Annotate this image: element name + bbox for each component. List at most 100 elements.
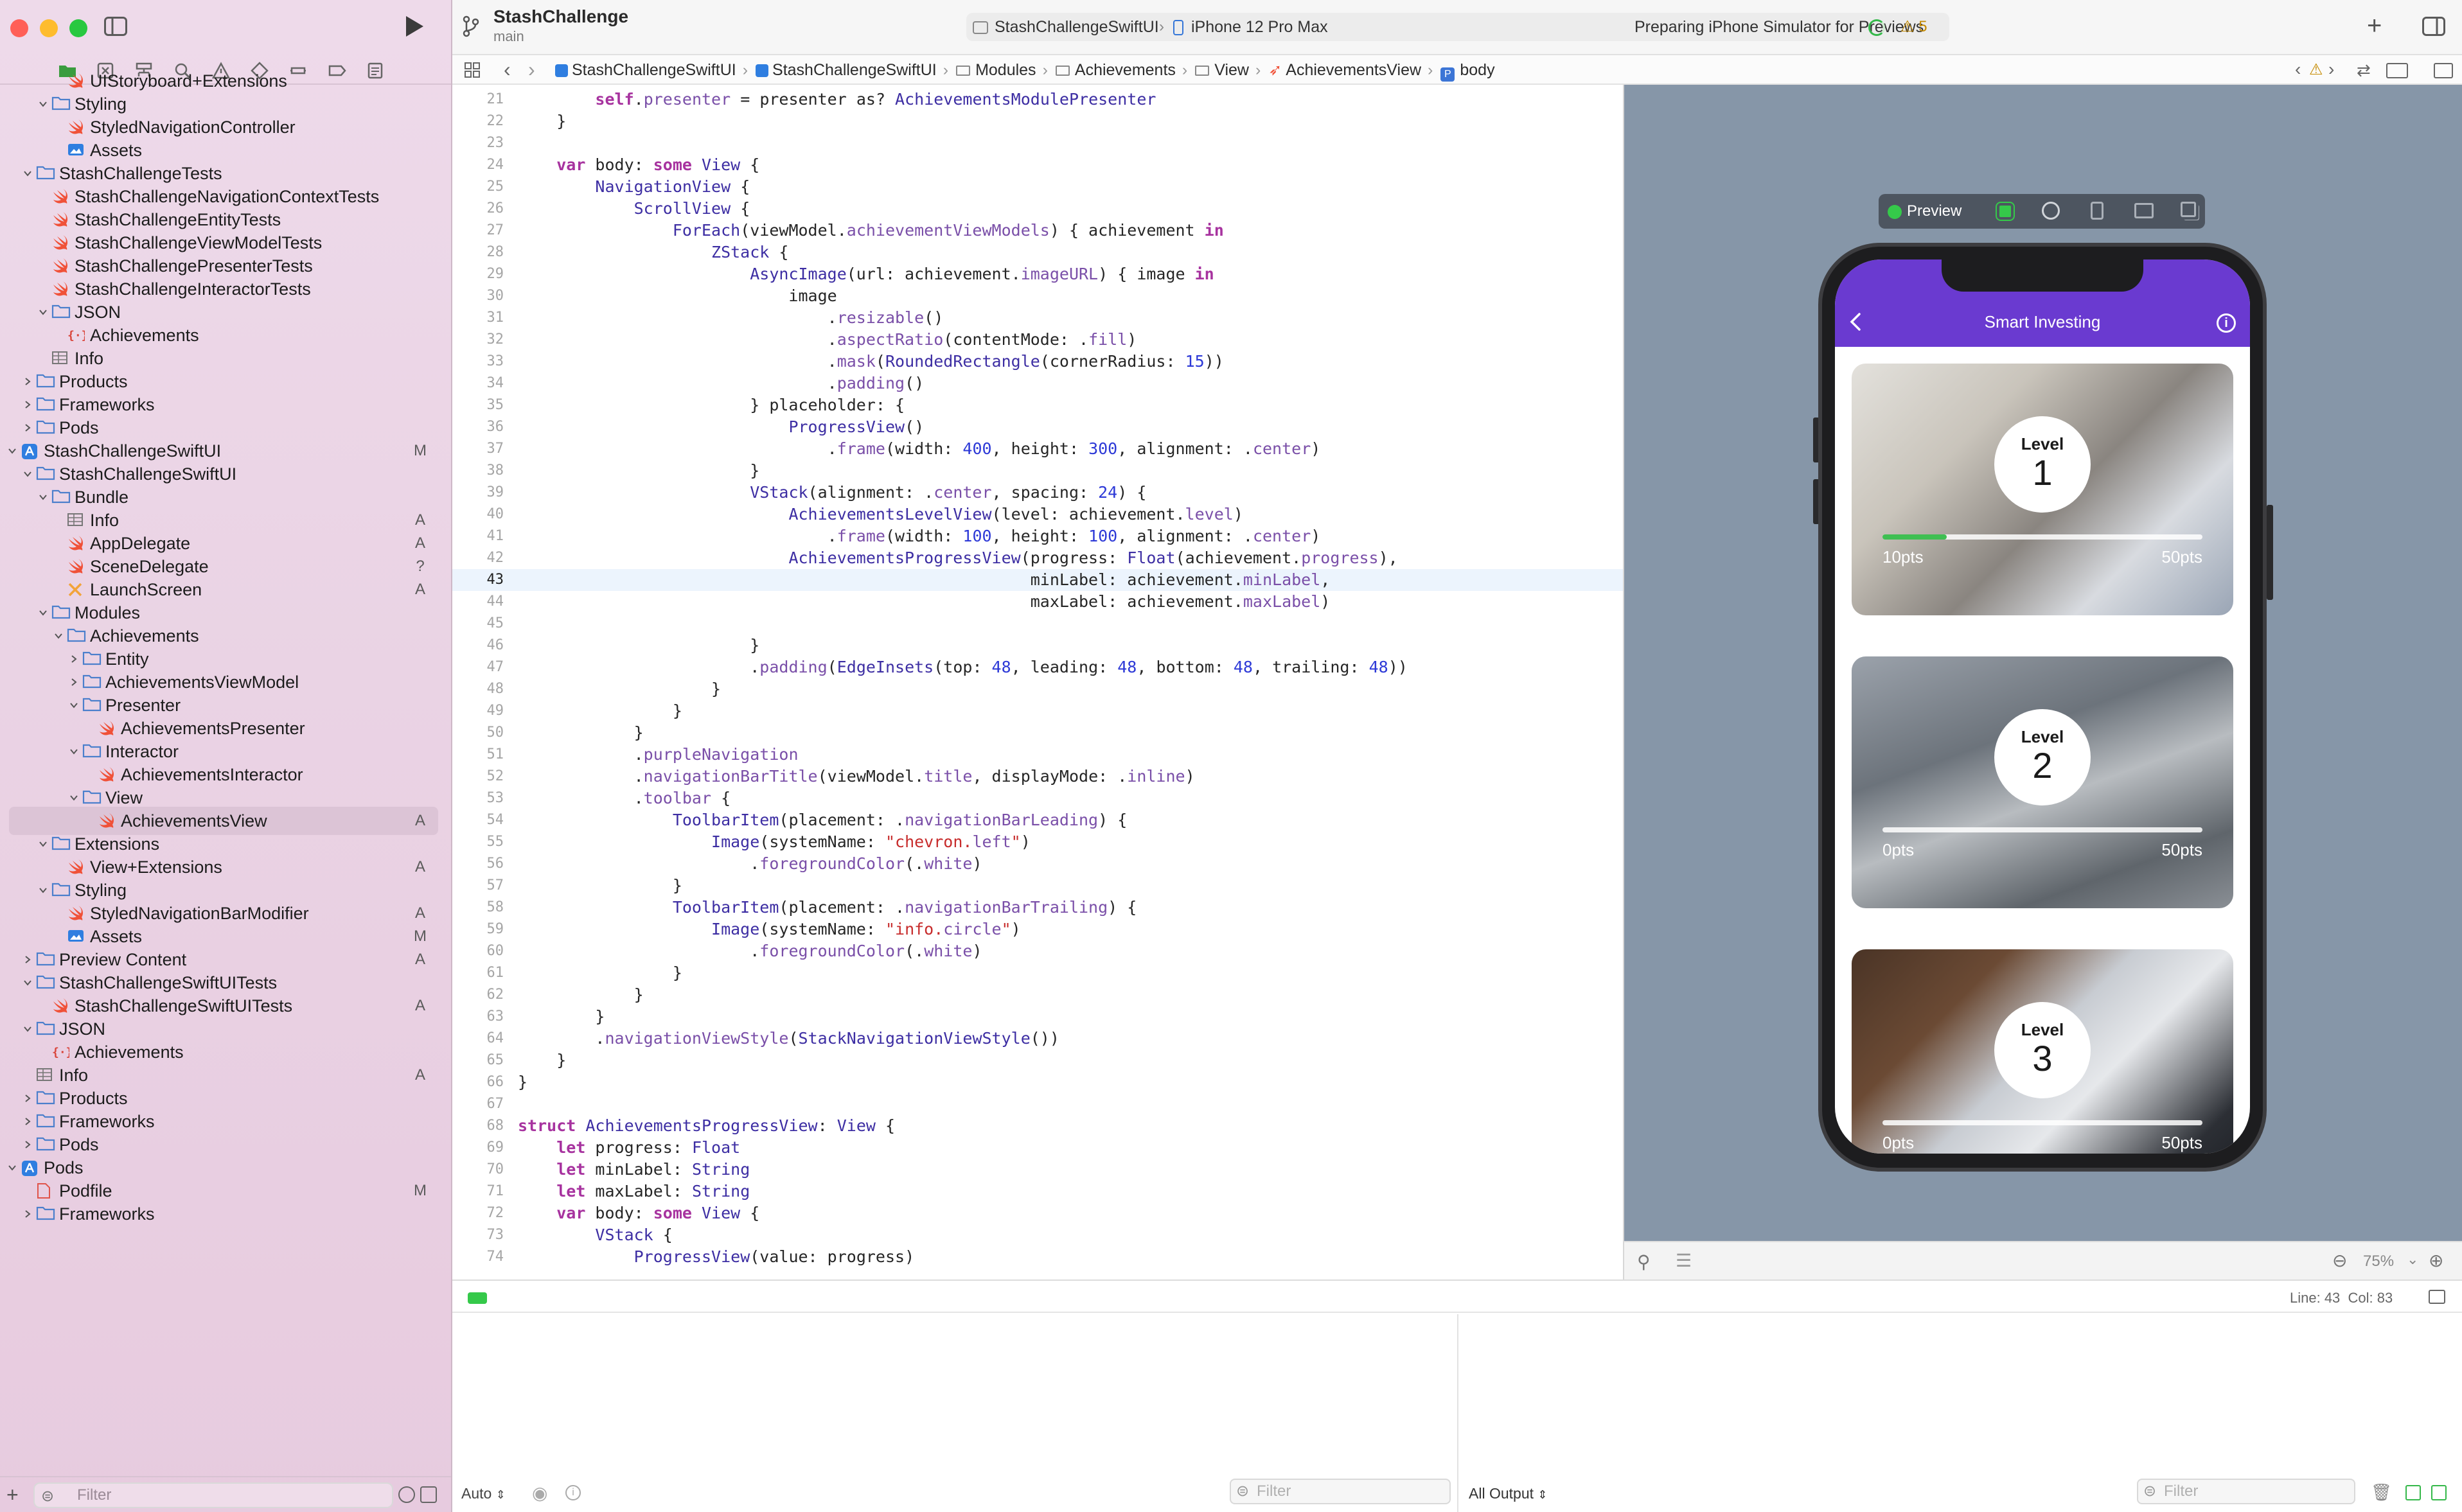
code-line[interactable]: 55 Image(systemName: "chevron.left")	[452, 831, 1623, 853]
device-selector[interactable]: iPhone 12 Pro Max	[1173, 13, 1328, 41]
scheme-selector[interactable]: StashChallengeSwiftUI	[973, 13, 1159, 41]
variables-filter-field[interactable]: ⊜ Filter	[1230, 1479, 1451, 1504]
code-line[interactable]: 68 struct AchievementsProgressView: View …	[452, 1115, 1623, 1137]
pin-icon[interactable]: ⚲	[1637, 1251, 1651, 1272]
code-line[interactable]: 27 ForEach(viewModel.achievementViewMode…	[452, 220, 1623, 242]
chevron-down-icon[interactable]: ⌄	[2407, 1251, 2418, 1268]
tree-item[interactable]: Frameworks	[0, 1200, 451, 1228]
code-line[interactable]: 21 self.presenter = presenter as? Achiev…	[452, 89, 1623, 110]
issue-warning-icon[interactable]: ⚠	[2309, 60, 2323, 79]
next-issue-icon[interactable]: ›	[2328, 59, 2334, 80]
breadcrumb-item[interactable]: ➶ AchievementsView	[1268, 61, 1421, 79]
disclosure-closed-icon[interactable]	[69, 655, 78, 664]
disclosure-open-icon[interactable]	[69, 793, 78, 802]
code-line[interactable]: 58 ToolbarItem(placement: .navigationBar…	[452, 897, 1623, 919]
code-line[interactable]: 72 var body: some View {	[452, 1202, 1623, 1224]
code-line[interactable]: 66}	[452, 1071, 1623, 1093]
disclosure-open-icon[interactable]	[69, 701, 78, 710]
code-line[interactable]: 51 .purpleNavigation	[452, 744, 1623, 766]
breadcrumb-item[interactable]: StashChallengeSwiftUI	[555, 61, 736, 79]
debug-mode-select[interactable]: Auto ⇕	[461, 1485, 506, 1502]
achievement-card[interactable]: Level 1 10pts 50pts	[1852, 364, 2233, 615]
eye-icon[interactable]: ◉	[532, 1482, 547, 1504]
disclosure-open-icon[interactable]	[8, 1163, 17, 1172]
disclosure-open-icon[interactable]	[39, 308, 48, 317]
code-line[interactable]: 50 }	[452, 722, 1623, 744]
disclosure-closed-icon[interactable]	[23, 1117, 32, 1126]
breadcrumb-item[interactable]: Achievements	[1055, 61, 1176, 79]
disclosure-open-icon[interactable]	[69, 747, 78, 756]
code-line[interactable]: 74 ProgressView(value: progress)	[452, 1246, 1623, 1268]
run-button[interactable]	[403, 14, 425, 39]
code-line[interactable]: 22 }	[452, 110, 1623, 132]
code-line[interactable]: 54 ToolbarItem(placement: .navigationBar…	[452, 809, 1623, 831]
code-line[interactable]: 33 .mask(RoundedRectangle(cornerRadius: …	[452, 351, 1623, 373]
code-line[interactable]: 26 ScrollView {	[452, 198, 1623, 220]
disclosure-open-icon[interactable]	[39, 840, 48, 848]
device-settings-icon[interactable]	[2134, 203, 2154, 218]
code-line[interactable]: 73 VStack {	[452, 1224, 1623, 1246]
code-line[interactable]: 62 }	[452, 984, 1623, 1006]
trash-icon[interactable]: 🗑	[2371, 1482, 2392, 1502]
code-line[interactable]: 37 .frame(width: 400, height: 300, align…	[452, 438, 1623, 460]
duplicate-preview-icon[interactable]	[2181, 202, 2196, 217]
disclosure-closed-icon[interactable]	[23, 955, 32, 964]
code-line[interactable]: 60 .foregroundColor(.white)	[452, 940, 1623, 962]
canvas-settings-icon[interactable]: ☰	[1676, 1250, 1692, 1271]
code-line[interactable]: 40 AchievementsLevelView(level: achievem…	[452, 504, 1623, 525]
code-line[interactable]: 69 let progress: Float	[452, 1137, 1623, 1159]
code-line[interactable]: 63 }	[452, 1006, 1623, 1028]
code-line[interactable]: 64 .navigationViewStyle(StackNavigationV…	[452, 1028, 1623, 1050]
breadcrumb-item[interactable]: Modules	[956, 61, 1036, 79]
disclosure-open-icon[interactable]	[39, 886, 48, 895]
code-line[interactable]: 38 }	[452, 460, 1623, 482]
minimize-window-button[interactable]	[40, 19, 58, 37]
toggle-navigator-icon[interactable]	[104, 17, 127, 36]
code-line[interactable]: 70 let minLabel: String	[452, 1159, 1623, 1181]
code-line[interactable]: 48 }	[452, 678, 1623, 700]
disclosure-open-icon[interactable]	[23, 1024, 32, 1033]
code-line[interactable]: 43 minLabel: achievement.minLabel,	[452, 569, 1623, 591]
disclosure-closed-icon[interactable]	[69, 678, 78, 687]
code-line[interactable]: 39 VStack(alignment: .center, spacing: 2…	[452, 482, 1623, 504]
code-line[interactable]: 34 .padding()	[452, 373, 1623, 394]
breadcrumb-item[interactable]: View	[1195, 61, 1249, 79]
variants-icon[interactable]	[2042, 202, 2060, 220]
output-select[interactable]: All Output ⇕	[1469, 1485, 1547, 1502]
disclosure-open-icon[interactable]	[39, 608, 48, 617]
code-line[interactable]: 29 AsyncImage(url: achievement.imageURL)…	[452, 263, 1623, 285]
code-line[interactable]: 47 .padding(EdgeInsets(top: 48, leading:…	[452, 656, 1623, 678]
live-preview-button[interactable]: Preview	[1888, 200, 1962, 222]
code-line[interactable]: 41 .frame(width: 100, height: 100, align…	[452, 525, 1623, 547]
filter-options-icon[interactable]	[420, 1486, 437, 1503]
disclosure-open-icon[interactable]	[8, 446, 17, 455]
disclosure-open-icon[interactable]	[39, 493, 48, 502]
split-editor-icon[interactable]	[2434, 63, 2453, 78]
breadcrumb-item[interactable]: Pbody	[1440, 61, 1495, 82]
zoom-window-button[interactable]	[69, 19, 87, 37]
toggle-inspector-icon[interactable]	[2422, 17, 2445, 36]
breadcrumb-item[interactable]: StashChallengeSwiftUI	[756, 61, 937, 79]
achievement-card[interactable]: Level 2 0pts 50pts	[1852, 656, 2233, 908]
code-line[interactable]: 52 .navigationBarTitle(viewModel.title, …	[452, 766, 1623, 787]
hide-debug-icon[interactable]	[2429, 1290, 2445, 1304]
disclosure-closed-icon[interactable]	[23, 423, 32, 432]
zoom-in-icon[interactable]: ⊕	[2429, 1250, 2443, 1271]
console-filter-field[interactable]: ⊜ Filter	[2137, 1479, 2355, 1504]
code-line[interactable]: 44 maxLabel: achievement.maxLabel)	[452, 591, 1623, 613]
code-line[interactable]: 71 let maxLabel: String	[452, 1181, 1623, 1202]
forward-icon[interactable]: ›	[528, 58, 535, 82]
code-line[interactable]: 59 Image(systemName: "info.circle")	[452, 919, 1623, 940]
info-circle-icon[interactable]: i	[2217, 313, 2236, 333]
disclosure-open-icon[interactable]	[54, 631, 63, 640]
code-line[interactable]: 46 }	[452, 635, 1623, 656]
code-line[interactable]: 32 .aspectRatio(contentMode: .fill)	[452, 329, 1623, 351]
add-library-icon[interactable]: +	[2367, 12, 2382, 40]
show-variables-icon[interactable]	[2405, 1485, 2421, 1500]
code-line[interactable]: 30 image	[452, 285, 1623, 307]
grid-icon[interactable]	[464, 62, 481, 78]
recent-files-icon[interactable]	[398, 1486, 415, 1503]
zoom-out-icon[interactable]: ⊖	[2332, 1250, 2347, 1271]
disclosure-closed-icon[interactable]	[23, 1140, 32, 1149]
disclosure-closed-icon[interactable]	[23, 377, 32, 386]
